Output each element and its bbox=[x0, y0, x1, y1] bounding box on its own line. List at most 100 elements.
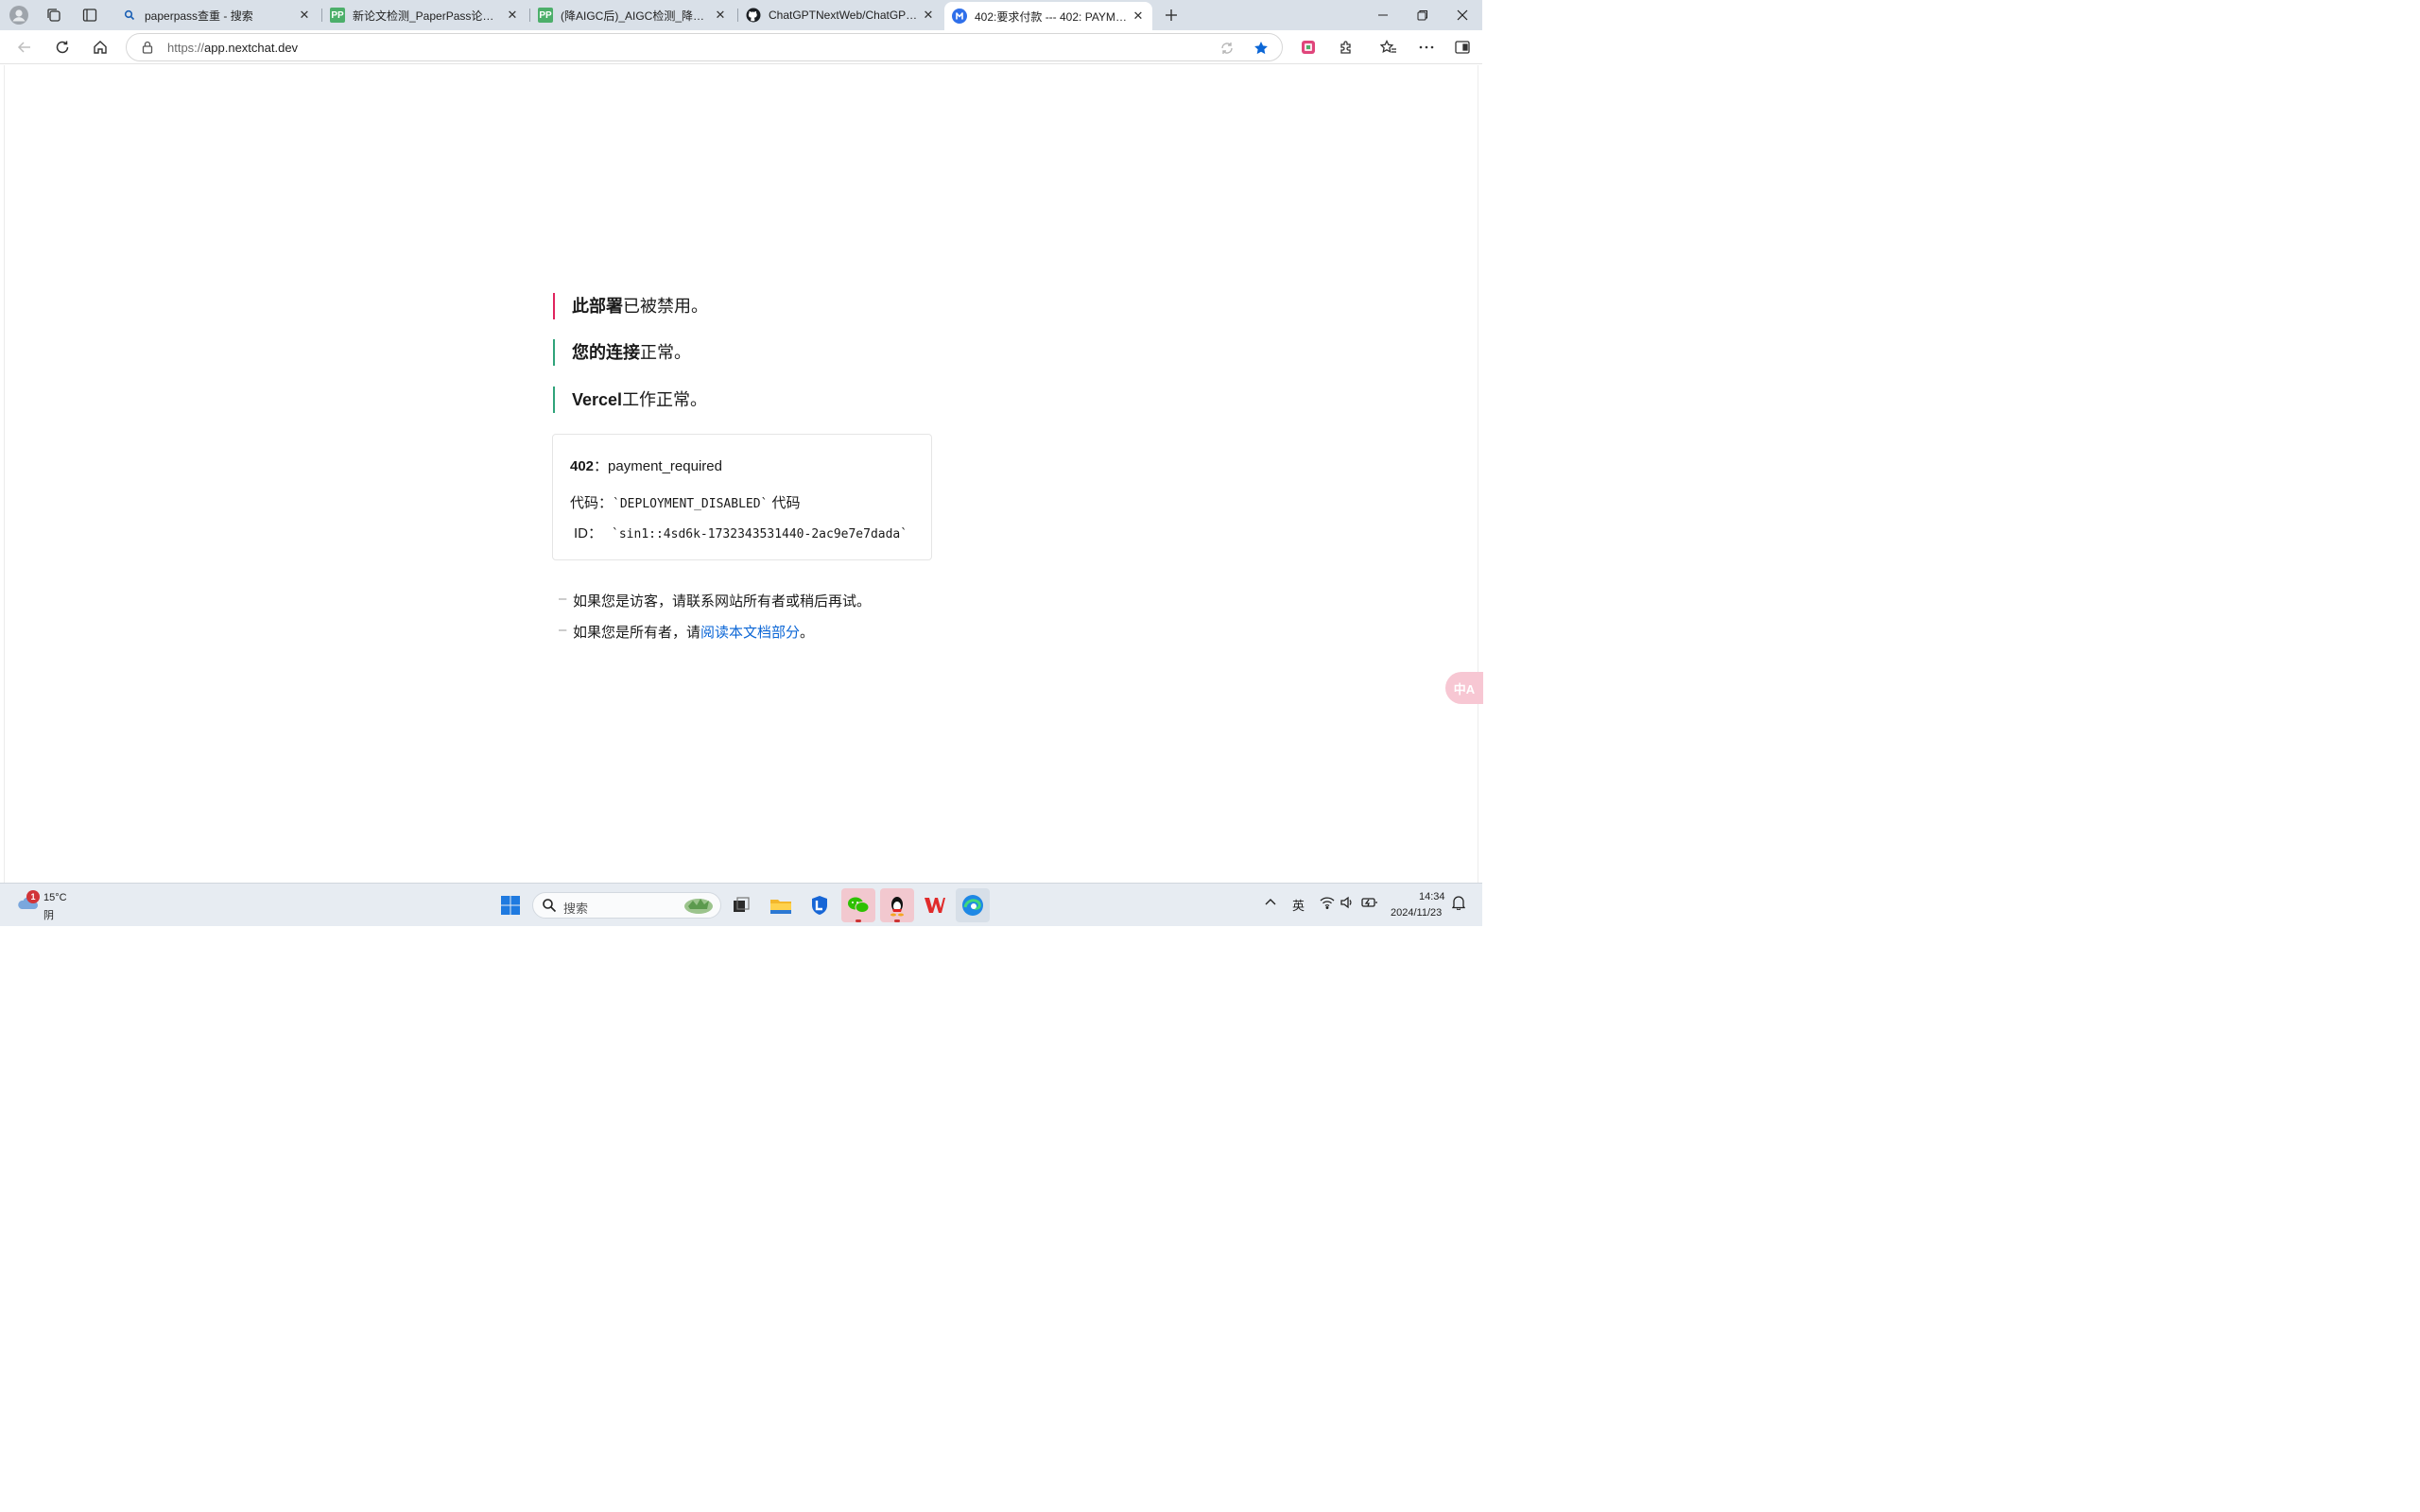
more-options-icon[interactable] bbox=[1414, 38, 1439, 57]
nextchat-icon bbox=[952, 9, 967, 24]
tab-strip: paperpass查重 - 搜索 ✕ PP 新论文检测_PaperPass论文检… bbox=[0, 0, 1482, 30]
close-icon[interactable]: ✕ bbox=[296, 7, 313, 24]
error-code-suffix: 代码 bbox=[768, 495, 801, 511]
tab-aigc-detect[interactable]: PP (降AIGC后)_AIGC检测_降重_Paper ✕ bbox=[530, 2, 735, 28]
status-rest: 工作正常。 bbox=[622, 390, 708, 409]
back-icon[interactable] bbox=[11, 35, 38, 60]
close-icon[interactable]: ✕ bbox=[1130, 8, 1147, 25]
sidebar-toggle-icon[interactable] bbox=[1450, 38, 1475, 57]
close-window-icon[interactable] bbox=[1443, 0, 1482, 30]
home-icon[interactable] bbox=[87, 35, 113, 60]
error-code-value: `DEPLOYMENT_DISABLED` bbox=[613, 497, 769, 511]
tab-title: 新论文检测_PaperPass论文检测 bbox=[353, 9, 504, 23]
start-windows-icon[interactable] bbox=[493, 888, 527, 922]
search-highlight-icon bbox=[683, 895, 715, 920]
tab-github-nextweb[interactable]: ChatGPTNextWeb/ChatGPT-Next ✕ bbox=[738, 2, 942, 28]
status-connection-ok: 您的连接正常。 bbox=[553, 339, 691, 366]
hint-owner-suffix: 。 bbox=[800, 625, 815, 641]
error-details-box: 402：payment_required 代码：`DEPLOYMENT_DISA… bbox=[552, 434, 932, 560]
close-icon[interactable]: ✕ bbox=[712, 7, 729, 24]
paperpass-favicon-icon: PP bbox=[538, 8, 553, 23]
paperpass-favicon-icon: PP bbox=[330, 8, 345, 23]
wps-office-icon[interactable] bbox=[918, 888, 952, 922]
ime-indicator[interactable]: 英 bbox=[1292, 896, 1305, 914]
github-icon bbox=[746, 8, 761, 23]
search-icon bbox=[122, 8, 137, 23]
favorites-icon[interactable] bbox=[1376, 38, 1401, 57]
taskbar-search[interactable]: 搜索 bbox=[532, 892, 721, 919]
error-code-line: 代码：`DEPLOYMENT_DISABLED` 代码 bbox=[570, 492, 801, 512]
error-id-value: `sin1::4sd6k-1732343531440-2ac9e7e7dada` bbox=[612, 527, 908, 541]
tab-paperpass-detect[interactable]: PP 新论文检测_PaperPass论文检测 ✕ bbox=[322, 2, 527, 28]
error-status-text: payment_required bbox=[608, 458, 722, 474]
tab-title: paperpass查重 - 搜索 bbox=[145, 9, 253, 23]
status-bar-green bbox=[553, 339, 555, 366]
favorite-star-icon[interactable] bbox=[1253, 40, 1270, 57]
address-bar[interactable]: https://app.nextchat.dev bbox=[126, 33, 1283, 61]
notification-bell-icon[interactable] bbox=[1451, 895, 1466, 913]
status-rest: 正常。 bbox=[640, 343, 691, 362]
task-view-icon[interactable] bbox=[724, 888, 758, 922]
error-code-label: 代码： bbox=[570, 495, 614, 511]
tab-paperpass-search[interactable]: paperpass查重 - 搜索 ✕ bbox=[114, 2, 319, 28]
hint-owner: – 如果您是所有者，请阅读本文档部分。 bbox=[559, 622, 815, 642]
status-bold: 此部署 bbox=[572, 297, 623, 316]
url-host: app.nextchat.dev bbox=[204, 41, 299, 55]
clock-time[interactable]: 14:34 bbox=[1419, 891, 1445, 902]
tab-title: (降AIGC后)_AIGC检测_降重_Paper bbox=[561, 9, 712, 23]
battery-icon[interactable] bbox=[1361, 896, 1378, 912]
url-text[interactable]: https://app.nextchat.dev bbox=[167, 41, 298, 55]
status-bar-red bbox=[553, 293, 555, 319]
error-status-line: 402：payment_required bbox=[570, 455, 722, 475]
tab-title: ChatGPTNextWeb/ChatGPT-Next bbox=[769, 9, 920, 22]
edge-browser-icon[interactable] bbox=[956, 888, 990, 922]
close-icon[interactable]: ✕ bbox=[920, 7, 937, 24]
error-status-sep: ： bbox=[594, 458, 609, 474]
windows-taskbar: 1 15°C 阴 搜索 英 14:34 2024/11/23 bbox=[0, 883, 1482, 926]
status-bold: Vercel bbox=[572, 390, 623, 409]
tray-overflow-icon[interactable] bbox=[1264, 895, 1277, 911]
docs-link[interactable]: 阅读本文档部分 bbox=[700, 625, 800, 641]
vertical-tabs-icon[interactable] bbox=[78, 4, 102, 26]
tab-title: 402:要求付款 --- 402: PAYMENT_ bbox=[975, 9, 1130, 24]
hint-owner-prefix: 如果您是所有者，请 bbox=[573, 625, 701, 641]
minimize-icon[interactable] bbox=[1363, 0, 1403, 30]
app-available-icon[interactable] bbox=[1219, 40, 1236, 57]
status-rest: 已被禁用。 bbox=[623, 297, 708, 316]
hint-visitor-text: 如果您是访客，请联系网站所有者或稍后再试。 bbox=[573, 593, 872, 610]
file-explorer-icon[interactable] bbox=[764, 888, 798, 922]
weather-badge: 1 bbox=[26, 890, 40, 903]
page-viewport: 此部署已被禁用。 您的连接正常。 Vercel工作正常。 402：payment… bbox=[4, 65, 1478, 883]
hint-dash: – bbox=[559, 622, 567, 638]
hint-visitor: – 如果您是访客，请联系网站所有者或稍后再试。 bbox=[559, 591, 872, 610]
qq-icon[interactable] bbox=[880, 888, 914, 922]
extensions-icon[interactable] bbox=[1334, 38, 1358, 57]
wechat-icon[interactable] bbox=[841, 888, 875, 922]
translate-float-button[interactable]: 中A bbox=[1445, 672, 1483, 704]
error-id-label: ID： bbox=[574, 525, 603, 541]
weather-condition[interactable]: 阴 bbox=[43, 907, 54, 922]
status-bar-green bbox=[553, 387, 555, 413]
reload-icon[interactable] bbox=[49, 35, 76, 60]
close-icon[interactable]: ✕ bbox=[504, 7, 521, 24]
error-status-code: 402 bbox=[570, 458, 595, 474]
new-tab-icon[interactable] bbox=[1159, 4, 1184, 26]
weather-temperature[interactable]: 15°C bbox=[43, 892, 67, 903]
clock-date[interactable]: 2024/11/23 bbox=[1391, 907, 1442, 919]
lock-icon[interactable] bbox=[140, 40, 155, 55]
collections-icon[interactable] bbox=[42, 4, 66, 26]
error-id-line: ID： `sin1::4sd6k-1732343531440-2ac9e7e7da… bbox=[574, 523, 908, 542]
profile-avatar-icon[interactable] bbox=[7, 4, 31, 26]
wifi-icon[interactable] bbox=[1320, 896, 1335, 912]
security-app-icon[interactable] bbox=[803, 888, 837, 922]
search-placeholder: 搜索 bbox=[563, 902, 589, 916]
browser-toolbar: https://app.nextchat.dev bbox=[0, 30, 1482, 64]
volume-icon[interactable] bbox=[1340, 896, 1355, 912]
restore-icon[interactable] bbox=[1403, 0, 1443, 30]
status-bold: 您的连接 bbox=[572, 343, 640, 362]
extension-translate-icon[interactable] bbox=[1296, 38, 1321, 57]
search-icon bbox=[542, 898, 557, 916]
status-vercel-ok: Vercel工作正常。 bbox=[553, 387, 707, 413]
tab-nextchat-402[interactable]: 402:要求付款 --- 402: PAYMENT_ ✕ bbox=[944, 2, 1152, 30]
hint-dash: – bbox=[559, 591, 567, 607]
